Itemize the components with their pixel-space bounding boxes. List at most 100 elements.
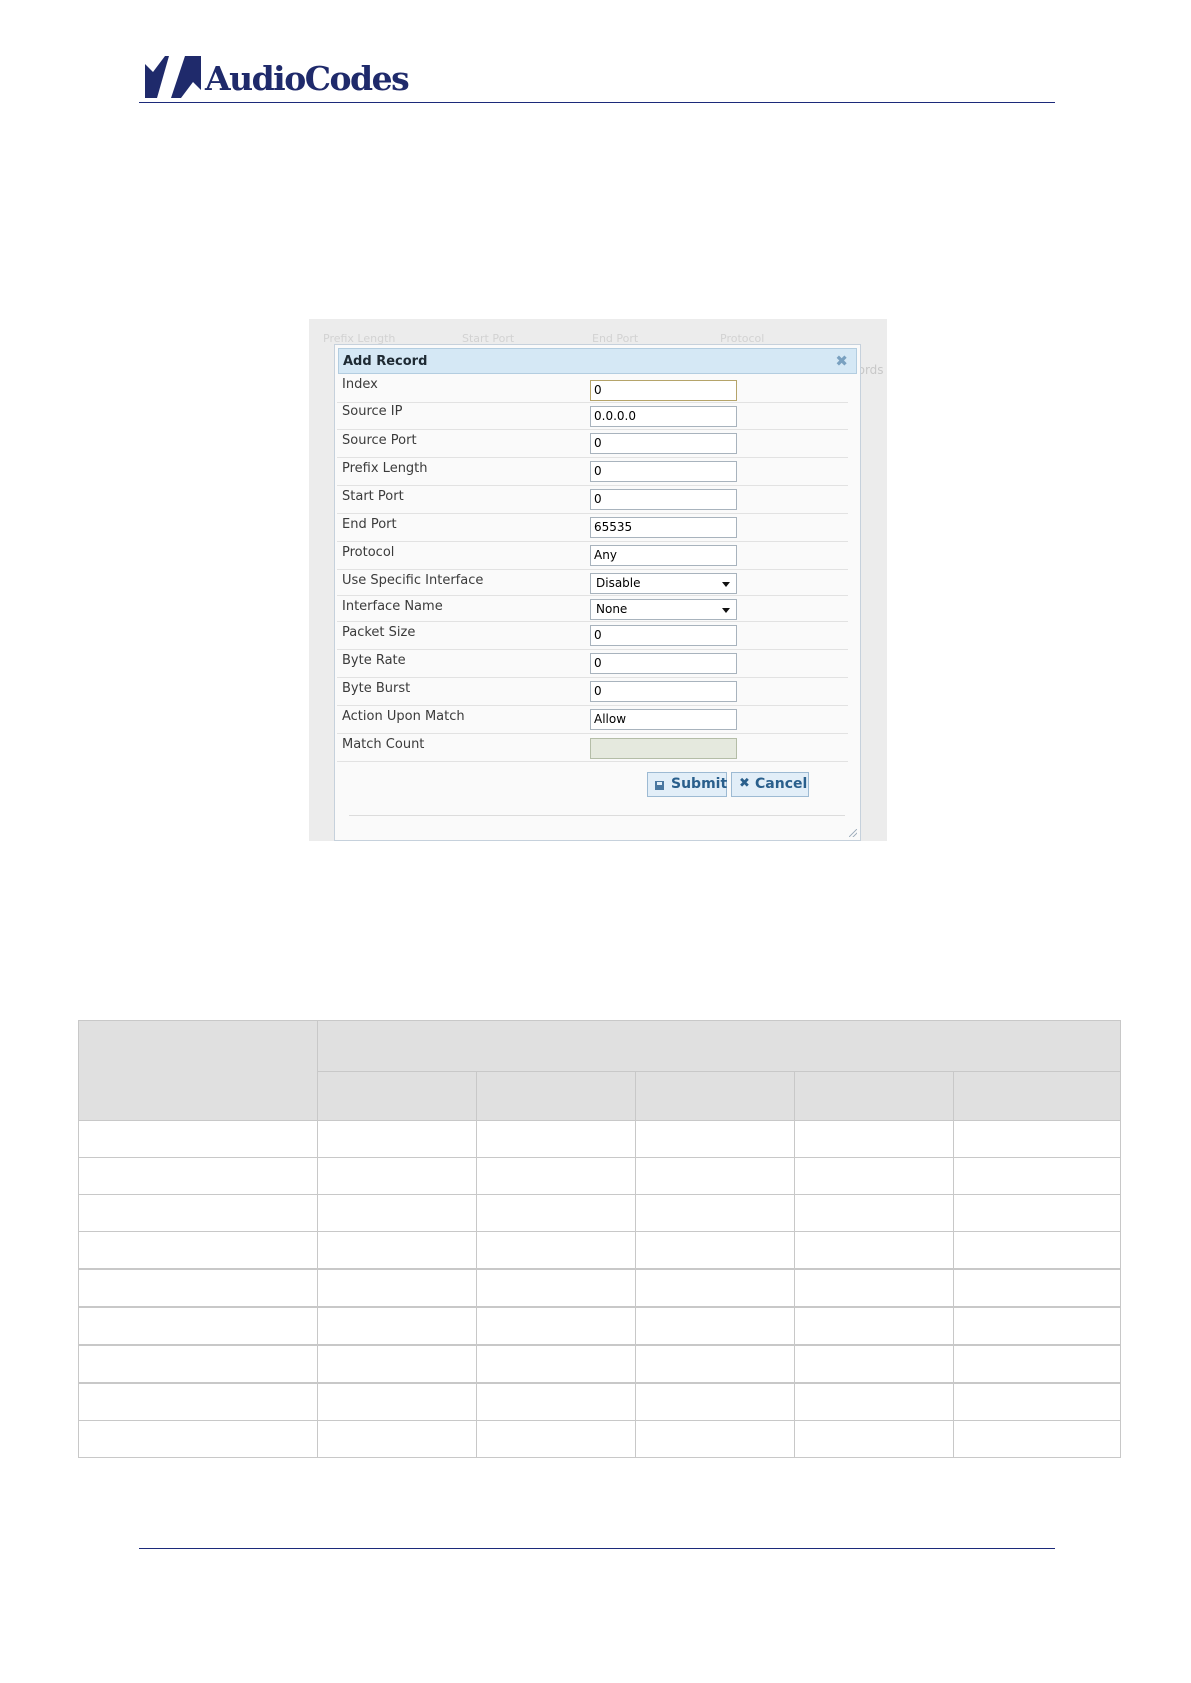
table-cell xyxy=(78,1420,318,1458)
table-cell xyxy=(635,1420,795,1458)
protocol-field[interactable]: Any xyxy=(590,545,737,566)
start-port-field[interactable]: 0 xyxy=(590,489,737,510)
audiocodes-logo-icon xyxy=(145,56,201,98)
table-cell xyxy=(794,1268,954,1308)
form-row-end-port: End Port 65535 xyxy=(337,514,848,542)
field-label: Use Specific Interface xyxy=(342,573,484,588)
table-cell xyxy=(794,1120,954,1158)
table-header-group-cell xyxy=(316,1020,1122,1072)
table-row xyxy=(78,1157,1122,1195)
add-record-screenshot: Prefix Length Start Port End Port Protoc… xyxy=(309,319,887,841)
end-port-field[interactable]: 65535 xyxy=(590,517,737,538)
table-cell xyxy=(635,1344,795,1384)
submit-button-label: Submit xyxy=(671,776,728,792)
table-cell xyxy=(78,1268,318,1308)
prefix-length-field[interactable]: 0 xyxy=(590,461,737,482)
table-subheader-cell xyxy=(794,1071,954,1121)
byte-rate-field[interactable]: 0 xyxy=(590,653,737,674)
field-label: Index xyxy=(342,377,378,392)
table-cell xyxy=(476,1120,636,1158)
table-cell xyxy=(78,1157,318,1195)
resize-handle-icon[interactable] xyxy=(849,829,857,837)
byte-burst-field[interactable]: 0 xyxy=(590,681,737,702)
cancel-button-label: Cancel xyxy=(755,776,808,792)
use-specific-interface-select[interactable]: Disable xyxy=(590,573,737,594)
form-row-protocol: Protocol Any xyxy=(337,542,848,570)
source-ip-field[interactable]: 0.0.0.0 xyxy=(590,406,737,427)
table-body xyxy=(78,1120,1122,1458)
table-cell xyxy=(794,1306,954,1346)
table-cell xyxy=(635,1306,795,1346)
packet-size-field[interactable]: 0 xyxy=(590,625,737,646)
cancel-button[interactable]: ✖ Cancel xyxy=(731,772,809,797)
form-row-source-ip: Source IP 0.0.0.0 xyxy=(337,403,848,430)
table-cell xyxy=(317,1120,477,1158)
field-label: Byte Burst xyxy=(342,681,411,696)
table-cell xyxy=(952,1344,1122,1384)
table-cell xyxy=(317,1157,477,1195)
field-label: Start Port xyxy=(342,489,404,504)
table-cell xyxy=(794,1231,954,1270)
table-cell xyxy=(317,1344,477,1384)
field-label: Byte Rate xyxy=(342,653,406,668)
form-row-action-upon-match: Action Upon Match Allow xyxy=(337,706,848,734)
table-cell xyxy=(952,1157,1122,1195)
add-record-dialog: Add Record ✖ Index 0 Source IP 0.0.0.0 S… xyxy=(334,344,861,841)
save-icon xyxy=(655,781,664,790)
field-label: Packet Size xyxy=(342,625,416,640)
table-cell xyxy=(317,1268,477,1308)
table-cell xyxy=(78,1344,318,1384)
table-subheader-cell xyxy=(952,1071,1122,1121)
logo-text: AudioCodes xyxy=(205,59,410,98)
table-row xyxy=(78,1420,1122,1458)
close-icon[interactable]: ✖ xyxy=(835,352,848,370)
table-cell xyxy=(476,1194,636,1232)
dialog-title-bar[interactable]: Add Record ✖ xyxy=(338,348,857,374)
table-cell xyxy=(476,1382,636,1421)
form-row-packet-size: Packet Size 0 xyxy=(337,622,848,650)
form-row-prefix-length: Prefix Length 0 xyxy=(337,458,848,486)
table-cell xyxy=(317,1382,477,1421)
form-row-index: Index 0 xyxy=(337,376,848,403)
data-table xyxy=(78,1020,1122,1458)
form-row-match-count: Match Count xyxy=(337,734,848,762)
table-cell xyxy=(78,1382,318,1421)
table-row xyxy=(78,1306,1122,1346)
table-cell xyxy=(952,1420,1122,1458)
table-row xyxy=(78,1231,1122,1270)
close-icon: ✖ xyxy=(739,776,750,791)
index-field[interactable]: 0 xyxy=(590,380,737,401)
table-cell xyxy=(78,1194,318,1232)
form-row-source-port: Source Port 0 xyxy=(337,430,848,458)
selected-value: Disable xyxy=(596,576,641,590)
table-cell xyxy=(78,1231,318,1270)
field-label: Action Upon Match xyxy=(342,709,465,724)
field-label: Interface Name xyxy=(342,599,443,614)
table-subheader-cell xyxy=(635,1071,795,1121)
table-subheader-cell xyxy=(317,1071,477,1121)
table-header-cell xyxy=(78,1020,318,1121)
table-cell xyxy=(952,1382,1122,1421)
field-label: Protocol xyxy=(342,545,395,560)
table-cell xyxy=(794,1420,954,1458)
form-row-byte-burst: Byte Burst 0 xyxy=(337,678,848,706)
table-cell xyxy=(952,1194,1122,1232)
table-row xyxy=(78,1194,1122,1232)
form-row-interface-name: Interface Name None xyxy=(337,596,848,622)
table-cell xyxy=(476,1157,636,1195)
table-cell xyxy=(794,1157,954,1195)
table-cell xyxy=(794,1344,954,1384)
source-port-field[interactable]: 0 xyxy=(590,433,737,454)
table-row xyxy=(78,1344,1122,1384)
interface-name-select[interactable]: None xyxy=(590,599,737,620)
table-row xyxy=(78,1120,1122,1158)
table-cell xyxy=(635,1194,795,1232)
submit-button[interactable]: Submit xyxy=(647,772,727,797)
table-cell xyxy=(794,1194,954,1232)
table-cell xyxy=(317,1306,477,1346)
table-cell xyxy=(317,1194,477,1232)
table-cell xyxy=(635,1157,795,1195)
action-upon-match-field[interactable]: Allow xyxy=(590,709,737,730)
dialog-title: Add Record xyxy=(343,354,428,369)
table-subheader-cell xyxy=(476,1071,636,1121)
